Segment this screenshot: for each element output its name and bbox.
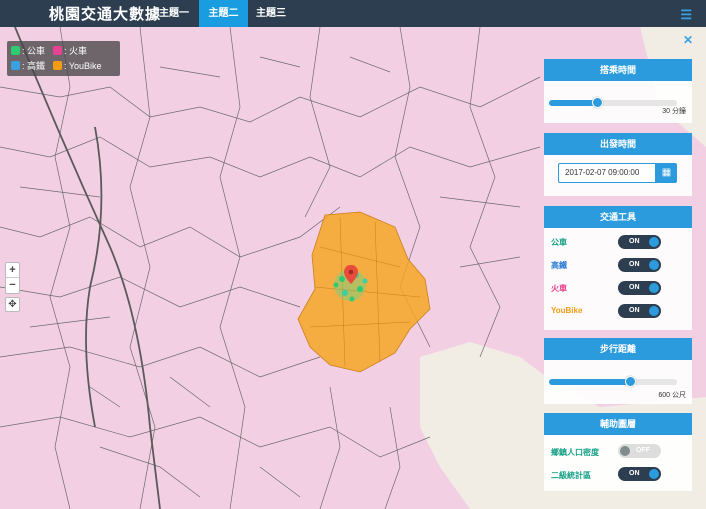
locate-button[interactable]: ✥ xyxy=(5,297,20,312)
zoom-in-button[interactable]: + xyxy=(6,263,19,278)
transport-card: 交通工具 公車 ON 高鐵 ON 火車 ON YouBike ON xyxy=(544,206,692,330)
auxiliary-layers-card: 輔助圖層 鄉鎮人口密度 OFF 二級統計區 ON xyxy=(544,413,692,491)
top-navbar: 桃園交通大數據 主題一 主題二 主題三 ☰ xyxy=(0,0,706,27)
zoom-control: + − xyxy=(5,262,20,294)
transport-label-hsr: 高鐵 xyxy=(551,261,567,270)
youbike-swatch-icon xyxy=(53,61,62,70)
tab-theme-3[interactable]: 主題三 xyxy=(248,0,294,27)
transport-label-bus: 公車 xyxy=(551,238,567,247)
zoom-out-button[interactable]: − xyxy=(6,278,19,293)
departure-card: 出發時間 2017-02-07 09:00:00 ▦ xyxy=(544,133,692,196)
walk-distance-value: 600 公尺 xyxy=(658,392,686,399)
app-title[interactable]: 桃園交通大數據 xyxy=(49,3,161,24)
walk-distance-slider-fill xyxy=(549,379,630,385)
aux-label-population-density: 鄉鎮人口密度 xyxy=(551,448,599,457)
train-toggle[interactable]: ON xyxy=(618,281,661,295)
travel-time-value: 30 分鐘 xyxy=(662,108,686,115)
travel-time-slider[interactable] xyxy=(549,97,677,108)
aux-label-statistical-area: 二級統計區 xyxy=(551,471,591,480)
menu-icon[interactable]: ☰ xyxy=(680,7,692,23)
walk-distance-card: 步行距離 600 公尺 xyxy=(544,338,692,404)
auxiliary-layers-title: 輔助圖層 xyxy=(544,413,692,435)
legend-item-train: : 火車 xyxy=(53,45,87,58)
youbike-toggle[interactable]: ON xyxy=(618,304,661,318)
hsr-toggle[interactable]: ON xyxy=(618,258,661,272)
travel-time-title: 搭乘時間 xyxy=(544,59,692,81)
walk-distance-slider[interactable] xyxy=(549,376,677,387)
close-panel-icon[interactable]: ✕ xyxy=(683,33,693,47)
legend-item-youbike: : YouBike xyxy=(53,60,102,73)
bus-toggle[interactable]: ON xyxy=(618,235,661,249)
travel-time-slider-knob[interactable] xyxy=(592,97,603,108)
departure-datetime-input[interactable]: 2017-02-07 09:00:00 xyxy=(558,163,656,183)
legend-item-bus: : 公車 xyxy=(11,45,45,58)
bus-swatch-icon xyxy=(11,46,20,55)
train-swatch-icon xyxy=(53,46,62,55)
legend-item-hsr: : 高鐵 xyxy=(11,60,45,73)
tab-theme-1[interactable]: 主題一 xyxy=(151,0,197,27)
departure-title: 出發時間 xyxy=(544,133,692,155)
tab-theme-2[interactable]: 主題二 xyxy=(199,0,248,27)
transport-title: 交通工具 xyxy=(544,206,692,228)
walk-distance-slider-knob[interactable] xyxy=(625,376,636,387)
population-density-toggle[interactable]: OFF xyxy=(618,444,661,458)
travel-time-card: 搭乘時間 30 分鐘 xyxy=(544,59,692,123)
calendar-icon[interactable]: ▦ xyxy=(656,163,677,183)
walk-distance-title: 步行距離 xyxy=(544,338,692,360)
hsr-swatch-icon xyxy=(11,61,20,70)
transport-label-youbike: YouBike xyxy=(551,306,583,315)
map-legend: : 公車 : 火車 : 高鐵 : YouBike xyxy=(7,41,120,76)
statistical-area-toggle[interactable]: ON xyxy=(618,467,661,481)
travel-time-slider-fill xyxy=(549,100,597,106)
transport-label-train: 火車 xyxy=(551,284,567,293)
